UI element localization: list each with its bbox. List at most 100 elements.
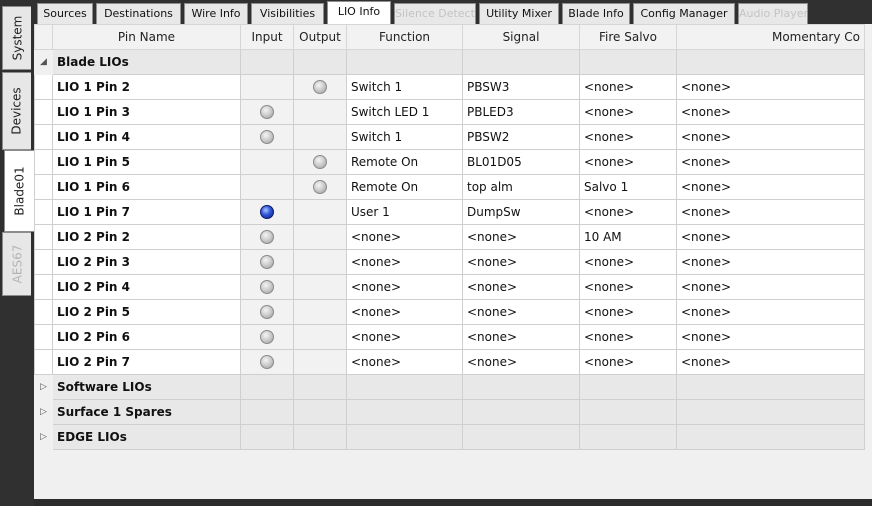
table-row[interactable]: LIO 1 Pin 2 Switch 1 PBSW3 <none> <none>: [34, 74, 865, 100]
signal-cell[interactable]: PBSW2: [462, 124, 580, 150]
tab-config-manager[interactable]: Config Manager: [633, 3, 735, 24]
column-header-input[interactable]: Input: [240, 24, 294, 50]
momentary-cell[interactable]: <none>: [676, 174, 865, 200]
column-header-momentary[interactable]: Momentary Co: [676, 24, 865, 50]
momentary-cell[interactable]: <none>: [676, 299, 865, 325]
tab-audio-player[interactable]: Audio Player: [738, 3, 808, 24]
table-row[interactable]: LIO 2 Pin 3 <none> <none> <none> <none>: [34, 249, 865, 275]
function-cell[interactable]: Switch 1: [346, 74, 463, 100]
momentary-cell[interactable]: <none>: [676, 324, 865, 350]
pin-name-cell[interactable]: LIO 2 Pin 5: [52, 299, 241, 325]
momentary-cell[interactable]: <none>: [676, 124, 865, 150]
column-header-signal[interactable]: Signal: [462, 24, 580, 50]
table-row[interactable]: LIO 1 Pin 6 Remote On top alm Salvo 1 <none>: [34, 174, 865, 200]
pin-name-cell[interactable]: LIO 2 Pin 7: [52, 349, 241, 375]
table-row[interactable]: LIO 2 Pin 2 <none> <none> 10 AM <none>: [34, 224, 865, 250]
signal-cell[interactable]: <none>: [462, 299, 580, 325]
fire-salvo-cell[interactable]: <none>: [579, 299, 677, 325]
tab-wire-info[interactable]: Wire Info: [184, 3, 248, 24]
tab-visibilities[interactable]: Visibilities: [251, 3, 324, 24]
function-cell[interactable]: Switch 1: [346, 124, 463, 150]
table-row[interactable]: LIO 1 Pin 7 User 1 DumpSw <none> <none>: [34, 199, 865, 225]
signal-cell[interactable]: PBLED3: [462, 99, 580, 125]
function-cell[interactable]: <none>: [346, 324, 463, 350]
tab-destinations[interactable]: Destinations: [96, 3, 181, 24]
function-cell[interactable]: <none>: [346, 249, 463, 275]
pin-name-cell[interactable]: LIO 1 Pin 2: [52, 74, 241, 100]
side-tab-aes67[interactable]: AES67: [2, 232, 31, 296]
fire-salvo-cell[interactable]: Salvo 1: [579, 174, 677, 200]
function-cell[interactable]: <none>: [346, 274, 463, 300]
tab-blade-info[interactable]: Blade Info: [562, 3, 630, 24]
pin-name-cell[interactable]: LIO 2 Pin 2: [52, 224, 241, 250]
column-header-pin-name[interactable]: Pin Name: [52, 24, 241, 50]
signal-cell[interactable]: BL01D05: [462, 149, 580, 175]
fire-salvo-cell[interactable]: <none>: [579, 149, 677, 175]
momentary-cell[interactable]: <none>: [676, 349, 865, 375]
function-cell[interactable]: <none>: [346, 224, 463, 250]
pin-name-cell[interactable]: LIO 2 Pin 6: [52, 324, 241, 350]
signal-cell[interactable]: DumpSw: [462, 199, 580, 225]
group-row-surface-1-spares[interactable]: ▷ Surface 1 Spares: [34, 399, 865, 425]
fire-salvo-cell[interactable]: <none>: [579, 99, 677, 125]
column-header-fire-salvo[interactable]: Fire Salvo: [579, 24, 677, 50]
signal-cell[interactable]: PBSW3: [462, 74, 580, 100]
pin-name-cell[interactable]: LIO 1 Pin 5: [52, 149, 241, 175]
signal-cell[interactable]: <none>: [462, 224, 580, 250]
expand-triangle-icon[interactable]: ▷: [34, 374, 53, 400]
pin-name-cell[interactable]: LIO 1 Pin 4: [52, 124, 241, 150]
fire-salvo-cell[interactable]: <none>: [579, 274, 677, 300]
momentary-cell[interactable]: <none>: [676, 199, 865, 225]
pin-name-cell[interactable]: LIO 2 Pin 4: [52, 274, 241, 300]
signal-cell[interactable]: <none>: [462, 274, 580, 300]
side-tab-devices[interactable]: Devices: [2, 72, 31, 150]
group-row-blade-lios[interactable]: ◢ Blade LIOs: [34, 49, 865, 75]
table-row[interactable]: LIO 1 Pin 3 Switch LED 1 PBLED3 <none> <none…: [34, 99, 865, 125]
function-cell[interactable]: Remote On: [346, 149, 463, 175]
momentary-cell[interactable]: <none>: [676, 99, 865, 125]
table-row[interactable]: LIO 2 Pin 6 <none> <none> <none> <none>: [34, 324, 865, 350]
function-cell[interactable]: Remote On: [346, 174, 463, 200]
pin-name-cell[interactable]: LIO 1 Pin 7: [52, 199, 241, 225]
momentary-cell[interactable]: <none>: [676, 249, 865, 275]
pin-name-cell[interactable]: LIO 1 Pin 3: [52, 99, 241, 125]
column-header-function[interactable]: Function: [346, 24, 463, 50]
pin-name-cell[interactable]: LIO 2 Pin 3: [52, 249, 241, 275]
collapse-triangle-icon[interactable]: ◢: [34, 49, 53, 75]
table-row[interactable]: LIO 2 Pin 7 <none> <none> <none> <none>: [34, 349, 865, 375]
table-row[interactable]: LIO 2 Pin 5 <none> <none> <none> <none>: [34, 299, 865, 325]
fire-salvo-cell[interactable]: <none>: [579, 349, 677, 375]
tab-lio-info[interactable]: LIO Info: [327, 1, 391, 24]
fire-salvo-cell[interactable]: <none>: [579, 324, 677, 350]
expand-triangle-icon[interactable]: ▷: [34, 424, 53, 450]
function-cell[interactable]: User 1: [346, 199, 463, 225]
table-row[interactable]: LIO 1 Pin 4 Switch 1 PBSW2 <none> <none>: [34, 124, 865, 150]
function-cell[interactable]: <none>: [346, 349, 463, 375]
expand-triangle-icon[interactable]: ▷: [34, 399, 53, 425]
function-cell[interactable]: Switch LED 1: [346, 99, 463, 125]
column-header-output[interactable]: Output: [293, 24, 347, 50]
table-row[interactable]: LIO 2 Pin 4 <none> <none> <none> <none>: [34, 274, 865, 300]
signal-cell[interactable]: <none>: [462, 324, 580, 350]
tab-silence-detect[interactable]: Silence Detect: [394, 3, 476, 24]
fire-salvo-cell[interactable]: <none>: [579, 124, 677, 150]
signal-cell[interactable]: <none>: [462, 249, 580, 275]
tab-sources[interactable]: Sources: [37, 3, 93, 24]
fire-salvo-cell[interactable]: <none>: [579, 74, 677, 100]
function-cell[interactable]: <none>: [346, 299, 463, 325]
pin-name-cell[interactable]: LIO 1 Pin 6: [52, 174, 241, 200]
signal-cell[interactable]: top alm: [462, 174, 580, 200]
group-row-software-lios[interactable]: ▷ Software LIOs: [34, 374, 865, 400]
fire-salvo-cell[interactable]: <none>: [579, 249, 677, 275]
momentary-cell[interactable]: <none>: [676, 274, 865, 300]
signal-cell[interactable]: <none>: [462, 349, 580, 375]
momentary-cell[interactable]: <none>: [676, 74, 865, 100]
side-tab-blade01[interactable]: Blade01: [4, 150, 35, 232]
group-row-edge-lios[interactable]: ▷ EDGE LIOs: [34, 424, 865, 450]
momentary-cell[interactable]: <none>: [676, 149, 865, 175]
fire-salvo-cell[interactable]: <none>: [579, 199, 677, 225]
momentary-cell[interactable]: <none>: [676, 224, 865, 250]
side-tab-system[interactable]: System: [2, 6, 31, 70]
tab-utility-mixer[interactable]: Utility Mixer: [479, 3, 559, 24]
fire-salvo-cell[interactable]: 10 AM: [579, 224, 677, 250]
